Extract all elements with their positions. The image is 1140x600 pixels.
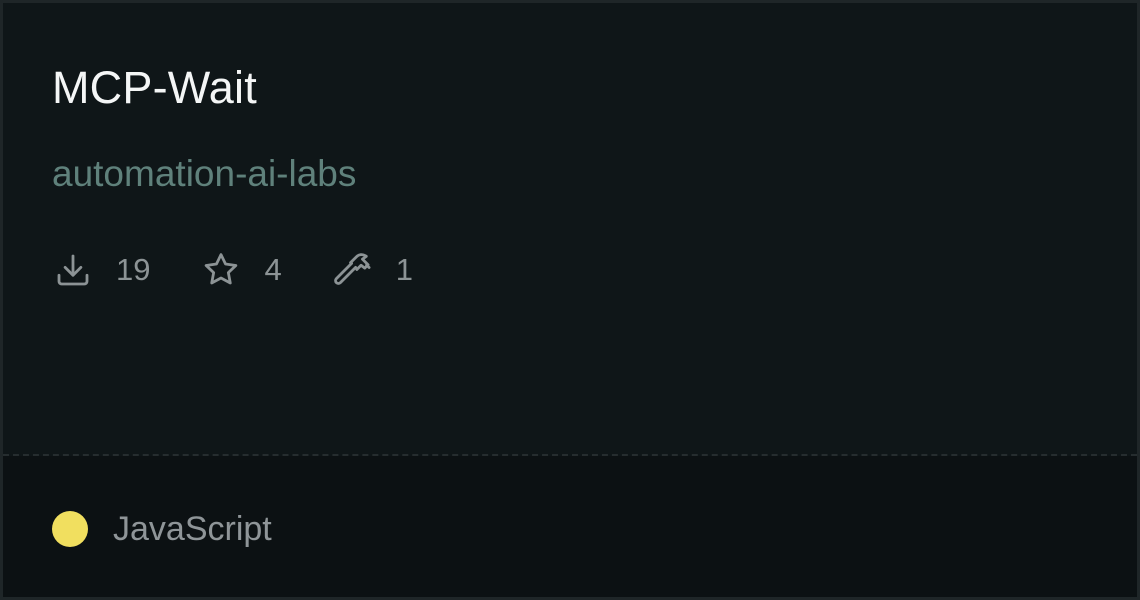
stats-row: 19 4 1 bbox=[52, 247, 463, 293]
repo-owner-link[interactable]: automation-ai-labs bbox=[52, 151, 356, 197]
repo-card[interactable]: MCP-Wait automation-ai-labs 19 4 1 JavaS… bbox=[0, 0, 1140, 600]
hammer-icon bbox=[332, 249, 374, 291]
language-color-dot bbox=[52, 511, 88, 547]
downloads-count: 19 bbox=[116, 252, 151, 287]
language-tag: JavaScript bbox=[52, 508, 272, 550]
stars-stat: 4 bbox=[200, 249, 282, 291]
repo-title[interactable]: MCP-Wait bbox=[52, 61, 257, 115]
card-body: MCP-Wait automation-ai-labs 19 4 1 bbox=[3, 3, 1137, 453]
card-footer: JavaScript bbox=[3, 456, 1137, 597]
language-label: JavaScript bbox=[113, 510, 272, 548]
tools-count: 1 bbox=[395, 252, 413, 287]
download-icon bbox=[52, 249, 94, 291]
downloads-stat: 19 bbox=[52, 249, 150, 291]
stars-count: 4 bbox=[264, 252, 282, 287]
star-icon bbox=[200, 249, 242, 291]
tools-stat: 1 bbox=[332, 249, 413, 291]
